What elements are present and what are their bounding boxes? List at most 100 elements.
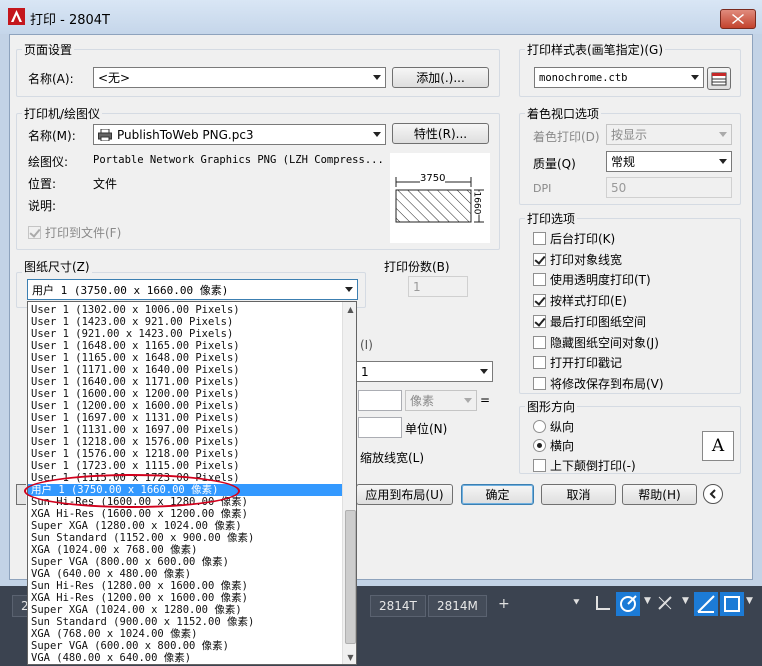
paper-size-option[interactable]: VGA (640.00 x 480.00 像素) <box>28 568 342 580</box>
hidden-label-fragment: (I) <box>360 338 373 352</box>
help-button[interactable]: 帮助(H) <box>622 484 697 505</box>
paper-size-option[interactable]: User 1 (1200.00 x 1600.00 Pixels) <box>28 400 342 412</box>
radio-circle <box>533 420 546 433</box>
scrollbar-thumb[interactable] <box>345 510 356 644</box>
paper-size-option[interactable]: User 1 (1576.00 x 1218.00 Pixels) <box>28 448 342 460</box>
printer-properties-button[interactable]: 特性(R)... <box>392 123 489 144</box>
dropdown-scrollbar[interactable]: ▲ ▼ <box>342 302 356 664</box>
plot-option-checkbox[interactable]: 打印对象线宽 <box>533 251 622 268</box>
paper-size-option[interactable]: User 1 (1640.00 x 1171.00 Pixels) <box>28 376 342 388</box>
checkbox-box <box>533 356 546 370</box>
layout-tab[interactable]: 2814T <box>370 595 426 617</box>
paper-size-option[interactable]: Super VGA (600.00 x 800.00 像素) <box>28 640 342 652</box>
plot-option-label: 最后打印图纸空间 <box>550 314 647 329</box>
plot-option-label: 将修改保存到布局(V) <box>550 376 664 391</box>
checkbox-box <box>533 294 546 308</box>
chevron-down-icon[interactable]: ▼ <box>746 596 753 606</box>
add-page-setup-button[interactable]: 添加(.)... <box>392 67 489 88</box>
scale-lineweights-label: 缩放线宽(L) <box>360 451 425 465</box>
orientation-letter: A <box>711 436 725 456</box>
paper-size-select[interactable]: 用户 1 (3750.00 x 1660.00 像素) <box>27 279 358 300</box>
cancel-button[interactable]: 取消 <box>541 484 616 505</box>
print-to-file-checkbox[interactable]: 打印到文件(F) <box>28 224 121 241</box>
scale-input[interactable] <box>358 390 402 411</box>
unit-input[interactable] <box>358 417 402 438</box>
shaded-viewport-label: 着色视口选项 <box>525 105 602 122</box>
paper-size-option[interactable]: User 1 (921.00 x 1423.00 Pixels) <box>28 328 342 340</box>
radio-circle <box>533 439 546 452</box>
apply-to-layout-button[interactable]: 应用到布局(U) <box>356 484 453 505</box>
scroll-up-icon[interactable]: ▲ <box>343 302 356 316</box>
orientation-preview-icon: A <box>702 431 734 461</box>
chevron-down-icon[interactable]: ▼ <box>682 596 689 606</box>
plot-option-checkbox[interactable]: 后台打印(K) <box>533 230 615 247</box>
printer-name-select[interactable]: PublishToWeb PNG.pc3 <box>93 124 386 145</box>
plot-option-checkbox[interactable]: 将修改保存到布局(V) <box>533 375 664 392</box>
paper-size-option[interactable]: User 1 (1423.00 x 921.00 Pixels) <box>28 316 342 328</box>
close-button[interactable] <box>720 9 756 29</box>
layout-tab[interactable]: 2814M <box>428 595 487 617</box>
chevron-left-icon <box>709 489 716 499</box>
plot-option-checkbox[interactable]: 隐藏图纸空间对象(J) <box>533 334 659 351</box>
dpi-input[interactable]: 50 <box>606 177 732 198</box>
paper-size-option[interactable]: Sun Standard (900.00 x 1152.00 像素) <box>28 616 342 628</box>
paper-size-option[interactable]: Sun Hi-Res (1280.00 x 1600.00 像素) <box>28 580 342 592</box>
plot-option-checkbox[interactable]: 最后打印图纸空间 <box>533 313 646 330</box>
page-setup-name-select[interactable]: <无> <box>93 67 386 88</box>
copies-value: 1 <box>413 279 421 294</box>
paper-size-option[interactable]: XGA Hi-Res (1600.00 x 1200.00 像素) <box>28 508 342 520</box>
paper-size-option[interactable]: User 1 (1600.00 x 1200.00 Pixels) <box>28 388 342 400</box>
lineweight-button[interactable] <box>694 592 718 616</box>
plot-option-label: 按样式打印(E) <box>550 294 627 309</box>
double-chevron-icon[interactable]: ⯆ <box>572 596 581 610</box>
paper-size-option[interactable]: User 1 (1302.00 x 1006.00 Pixels) <box>28 304 342 316</box>
plot-option-checkbox[interactable]: 按样式打印(E) <box>533 292 627 309</box>
paper-size-option[interactable]: User 1 (1723.00 x 1115.00 Pixels) <box>28 460 342 472</box>
selection-cycle-button[interactable] <box>720 592 744 616</box>
paper-size-option[interactable]: User 1 (1165.00 x 1648.00 Pixels) <box>28 352 342 364</box>
preview-button-fragment[interactable] <box>16 484 26 505</box>
copies-input[interactable]: 1 <box>408 276 468 297</box>
upside-down-checkbox[interactable]: 上下颠倒打印(-) <box>533 457 636 474</box>
plot-option-checkbox[interactable]: 使用透明度打印(T) <box>533 271 651 288</box>
paper-size-option[interactable]: Super VGA (800.00 x 600.00 像素) <box>28 556 342 568</box>
portrait-radio[interactable]: 纵向 <box>533 418 574 435</box>
landscape-radio[interactable]: 横向 <box>533 437 574 454</box>
polar-tracking-button[interactable] <box>616 592 640 616</box>
paper-size-option[interactable]: Super XGA (1280.00 x 1024.00 像素) <box>28 520 342 532</box>
paper-size-option[interactable]: VGA (480.00 x 640.00 像素) <box>28 652 342 664</box>
paper-size-option[interactable]: XGA Hi-Res (1200.00 x 1600.00 像素) <box>28 592 342 604</box>
scale-units-select[interactable]: 像素 <box>405 390 477 411</box>
plot-style-select[interactable]: monochrome.ctb <box>534 67 704 88</box>
paper-size-dropdown-list[interactable]: User 1 (1302.00 x 1006.00 Pixels) User 1 … <box>27 301 357 665</box>
ortho-icon[interactable] <box>594 594 612 612</box>
collapse-options-button[interactable] <box>703 484 723 504</box>
paper-size-option[interactable]: XGA (1024.00 x 768.00 像素) <box>28 544 342 556</box>
paper-size-option[interactable]: Sun Hi-Res (1600.00 x 1280.00 像素) <box>28 496 342 508</box>
paper-size-option[interactable]: XGA (768.00 x 1024.00 像素) <box>28 628 342 640</box>
osnap-icon[interactable] <box>656 594 674 612</box>
paper-size-option[interactable]: User 1 (1115.00 x 1723.00 Pixels) <box>28 472 342 484</box>
title-bar[interactable]: 打印 - 2804T <box>0 0 762 34</box>
paper-size-option[interactable]: User 1 (1171.00 x 1640.00 Pixels) <box>28 364 342 376</box>
edit-plot-style-button[interactable] <box>707 67 731 90</box>
paper-size-option[interactable]: 用户 1 (3750.00 x 1660.00 像素) <box>28 484 342 496</box>
chevron-down-icon[interactable]: ▼ <box>644 596 651 606</box>
description-label: 说明: <box>28 199 57 213</box>
paper-size-option[interactable]: User 1 (1648.00 x 1165.00 Pixels) <box>28 340 342 352</box>
ok-button[interactable]: 确定 <box>461 484 534 505</box>
checkbox-box <box>533 273 546 287</box>
checkbox-box <box>533 314 546 328</box>
add-layout-icon[interactable]: + <box>498 596 510 612</box>
plot-option-checkbox[interactable]: 打开打印戳记 <box>533 354 622 371</box>
scroll-down-icon[interactable]: ▼ <box>343 650 356 664</box>
paper-size-option[interactable]: User 1 (1131.00 x 1697.00 Pixels) <box>28 424 342 436</box>
location-label: 位置: <box>28 177 57 191</box>
paper-size-option[interactable]: Super XGA (1024.00 x 1280.00 像素) <box>28 604 342 616</box>
plot-area-select[interactable]: 1 <box>356 361 493 382</box>
paper-size-option[interactable]: User 1 (1697.00 x 1131.00 Pixels) <box>28 412 342 424</box>
paper-size-option[interactable]: Sun Standard (1152.00 x 900.00 像素) <box>28 532 342 544</box>
quality-select[interactable]: 常规 <box>606 151 732 172</box>
shade-plot-select[interactable]: 按显示 <box>606 124 732 145</box>
paper-size-option[interactable]: User 1 (1218.00 x 1576.00 Pixels) <box>28 436 342 448</box>
